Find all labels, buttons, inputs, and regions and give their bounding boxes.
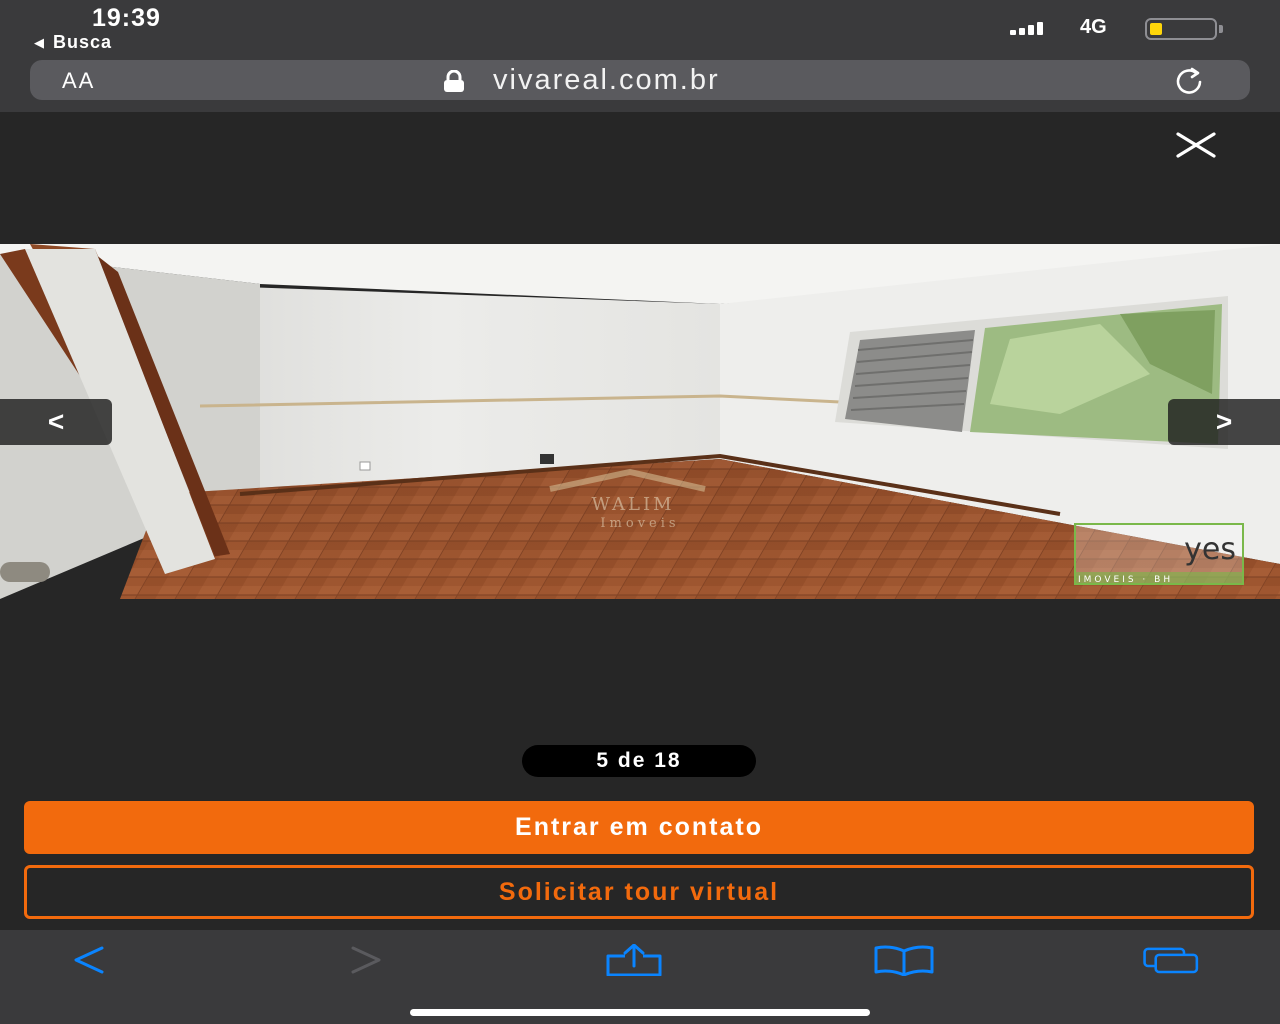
url-text[interactable]: vivareal.com.br bbox=[493, 64, 720, 97]
home-indicator[interactable] bbox=[410, 1009, 870, 1016]
photo-gallery: WALIM Imoveis yes IMOVEIS · BH < > 5 de … bbox=[0, 112, 1280, 930]
close-icon[interactable] bbox=[1172, 132, 1220, 158]
back-to-app-link[interactable]: ◀ Busca bbox=[34, 32, 112, 53]
walim-watermark-line2: Imoveis bbox=[600, 516, 679, 531]
browser-toolbar bbox=[0, 930, 1280, 1024]
forward-icon[interactable] bbox=[335, 944, 395, 976]
yes-watermark-sub: IMOVEIS · BH bbox=[1078, 575, 1173, 585]
previous-photo-button[interactable]: < bbox=[0, 399, 112, 445]
yes-watermark-logo: yes bbox=[1184, 532, 1236, 567]
battery-icon bbox=[1145, 18, 1217, 40]
share-icon[interactable] bbox=[604, 944, 664, 976]
battery-tip bbox=[1219, 25, 1223, 33]
back-app-label: Busca bbox=[53, 32, 113, 52]
walim-watermark-line1: WALIM bbox=[591, 494, 674, 515]
browser-address-area: AA vivareal.com.br bbox=[0, 58, 1280, 112]
back-triangle-icon: ◀ bbox=[34, 34, 45, 50]
clock: 19:39 bbox=[92, 4, 161, 32]
back-icon[interactable] bbox=[60, 944, 120, 976]
tabs-icon[interactable] bbox=[1142, 944, 1202, 976]
photo-counter: 5 de 18 bbox=[522, 745, 756, 777]
gallery-photo[interactable]: WALIM Imoveis yes IMOVEIS · BH bbox=[0, 244, 1280, 599]
lock-icon bbox=[444, 70, 464, 92]
cellular-signal-icon bbox=[1010, 21, 1043, 35]
battery-fill bbox=[1150, 23, 1162, 35]
yes-watermark: yes IMOVEIS · BH bbox=[1074, 523, 1244, 585]
network-type: 4G bbox=[1080, 16, 1107, 38]
text-size-button[interactable]: AA bbox=[62, 68, 95, 94]
address-bar[interactable]: AA vivareal.com.br bbox=[30, 60, 1250, 100]
next-photo-button[interactable]: > bbox=[1168, 399, 1280, 445]
room-photo: WALIM Imoveis yes IMOVEIS · BH bbox=[0, 244, 1280, 599]
status-bar: 19:39 ◀ Busca 4G bbox=[0, 0, 1280, 58]
contact-button[interactable]: Entrar em contato bbox=[24, 801, 1254, 854]
bookmarks-icon[interactable] bbox=[874, 944, 934, 976]
virtual-tour-button[interactable]: Solicitar tour virtual bbox=[24, 865, 1254, 919]
reload-icon[interactable] bbox=[1172, 66, 1206, 96]
